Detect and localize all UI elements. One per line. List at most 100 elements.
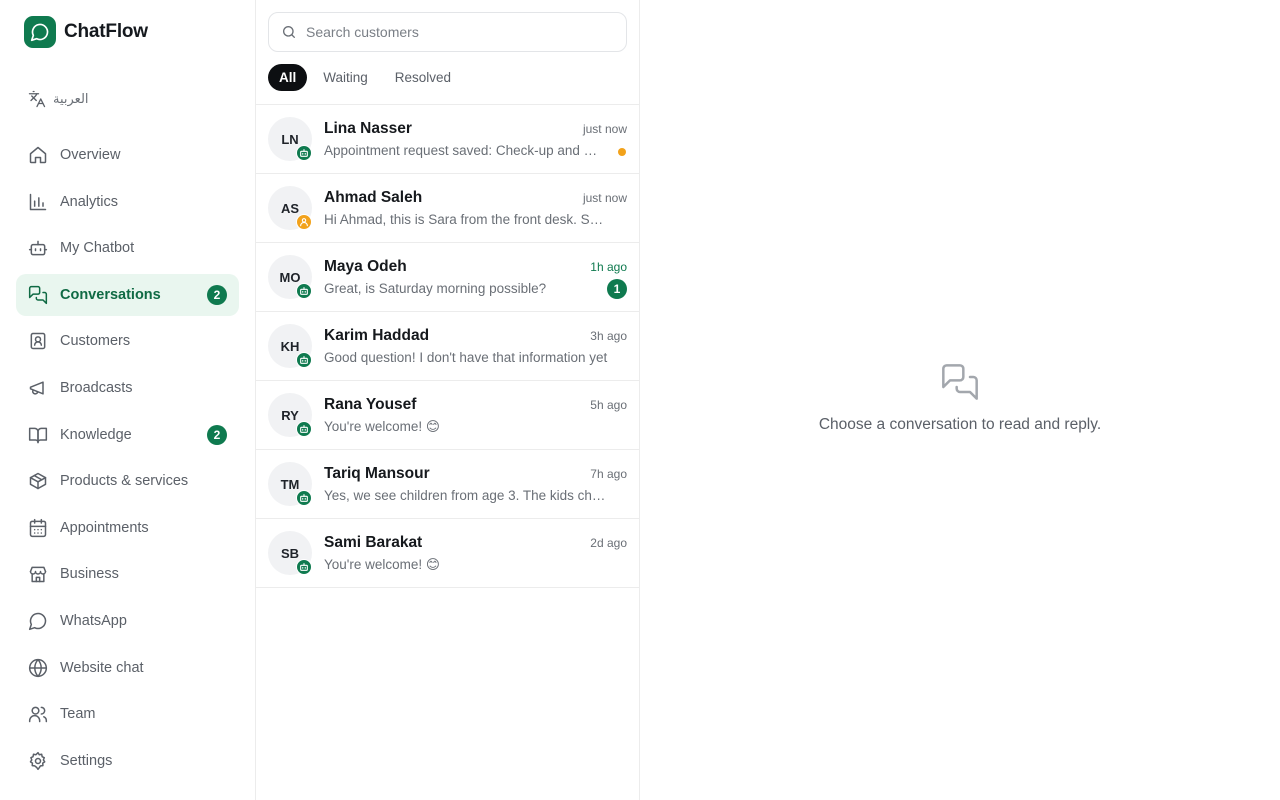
message-preview: Good question! I don't have that informa… — [324, 350, 608, 365]
nav-label: Business — [60, 566, 119, 583]
nav-item-team[interactable]: Team — [16, 693, 239, 735]
nav-item-analytics[interactable]: Analytics — [16, 181, 239, 223]
main-nav: Overview Analytics My Chatbot Conversati… — [16, 134, 239, 786]
customer-name: Rana Yousef — [324, 396, 417, 413]
customer-name: Tariq Mansour — [324, 465, 430, 482]
conversation-row[interactable]: KH Karim Haddad 3h ago Good question! I … — [256, 312, 639, 381]
message-preview: Hi Ahmad, this is Sara from the front de… — [324, 212, 608, 227]
search-box[interactable] — [268, 12, 627, 52]
conversations-count-badge: 2 — [207, 284, 227, 305]
nav-label: Appointments — [60, 519, 149, 536]
nav-label: Settings — [60, 752, 113, 769]
nav-label: Customers — [60, 333, 131, 350]
nav-label: Conversations — [60, 286, 161, 303]
nav-item-broadcasts[interactable]: Broadcasts — [16, 367, 239, 409]
agent-handler-icon — [296, 214, 312, 230]
bot-handler-icon — [296, 352, 312, 368]
package-icon — [29, 472, 47, 490]
home-icon — [29, 146, 47, 164]
bot-handler-icon — [296, 559, 312, 575]
bar-chart-icon — [29, 193, 47, 210]
messages-icon — [28, 285, 48, 304]
nav-label: Overview — [60, 147, 121, 163]
message-time: just now — [582, 122, 627, 136]
conversation-row[interactable]: MO Maya Odeh 1h ago Great, is Saturday m… — [256, 243, 639, 312]
nav-item-settings[interactable]: Settings — [16, 740, 239, 782]
contact-icon — [30, 333, 46, 350]
conversation-row[interactable]: LN Lina Nasser just now Appointment requ… — [256, 105, 639, 174]
nav-item-conversations[interactable]: Conversations 2 — [16, 273, 239, 316]
filter-resolved[interactable]: Resolved — [384, 64, 462, 91]
nav-item-overview[interactable]: Overview — [16, 134, 239, 176]
message-preview: You're welcome! 😊 — [324, 419, 440, 434]
message-preview: Appointment request saved: Check-up and … — [324, 143, 600, 158]
message-preview: Yes, we see children from age 3. The kid… — [324, 488, 608, 503]
translate-icon — [28, 90, 46, 108]
nav-item-business[interactable]: Business — [16, 553, 239, 595]
nav-label: Knowledge — [60, 426, 132, 443]
conversation-row[interactable]: AS Ahmad Saleh just now Hi Ahmad, this i… — [256, 174, 639, 243]
users-icon — [28, 706, 48, 723]
filter-all[interactable]: All — [268, 64, 308, 91]
nav-label: WhatsApp — [60, 612, 127, 629]
bot-handler-icon — [296, 490, 312, 506]
message-time: 1h ago — [590, 260, 627, 274]
empty-state-text: Choose a conversation to read and reply. — [818, 416, 1102, 433]
customer-name: Ahmad Saleh — [324, 189, 423, 206]
knowledge-count-badge: 2 — [207, 424, 227, 445]
message-time: 7h ago — [590, 467, 627, 481]
megaphone-icon — [29, 381, 44, 395]
language-label: العربية — [53, 91, 89, 106]
unread-count-badge: 1 — [607, 279, 627, 299]
conversation-row[interactable]: SB Sami Barakat 2d ago You're welcome! 😊 — [256, 519, 639, 588]
customer-name: Lina Nasser — [324, 120, 412, 137]
store-icon — [29, 566, 47, 583]
language-switch[interactable]: العربية — [28, 90, 89, 108]
message-time: 2d ago — [590, 536, 627, 550]
nav-label: Broadcasts — [60, 379, 133, 396]
conversation-filters: All Waiting Resolved — [268, 64, 467, 91]
message-time: 5h ago — [590, 398, 627, 412]
nav-item-my-chatbot[interactable]: My Chatbot — [16, 227, 239, 269]
message-preview: You're welcome! 😊 — [324, 557, 440, 572]
conversation-row[interactable]: RY Rana Yousef 5h ago You're welcome! 😊 — [256, 381, 639, 450]
whatsapp-icon — [28, 612, 47, 631]
conversation-list-panel: All Waiting Resolved LN Lina Nasser just… — [256, 0, 640, 800]
conversation-list: LN Lina Nasser just now Appointment requ… — [256, 104, 639, 588]
messages-icon — [942, 364, 978, 400]
nav-label: Website chat — [60, 659, 144, 676]
nav-item-products-services[interactable]: Products & services — [16, 460, 239, 502]
chat-bubble-icon — [24, 16, 56, 48]
customer-name: Karim Haddad — [324, 327, 430, 344]
filter-waiting[interactable]: Waiting — [312, 64, 379, 91]
conversation-row[interactable]: TM Tariq Mansour 7h ago Yes, we see chil… — [256, 450, 639, 519]
nav-item-customers[interactable]: Customers — [16, 320, 239, 362]
nav-item-website-chat[interactable]: Website chat — [16, 647, 239, 689]
bot-handler-icon — [296, 145, 312, 161]
bot-handler-icon — [296, 283, 312, 299]
message-time: 3h ago — [590, 329, 627, 343]
customer-name: Maya Odeh — [324, 258, 407, 275]
nav-label: Analytics — [60, 193, 119, 210]
search-icon — [283, 26, 295, 38]
bot-icon — [28, 240, 48, 256]
nav-label: Team — [60, 706, 96, 723]
globe-icon — [28, 658, 48, 677]
book-icon — [28, 427, 48, 443]
nav-item-appointments[interactable]: Appointments — [16, 507, 239, 549]
bot-handler-icon — [296, 421, 312, 437]
nav-label: My Chatbot — [60, 240, 135, 257]
gear-icon — [29, 751, 46, 770]
unread-dot — [618, 148, 626, 156]
calendar-icon — [29, 518, 47, 537]
message-time: just now — [582, 191, 627, 205]
brand[interactable]: ChatFlow — [24, 16, 148, 48]
nav-item-whatsapp[interactable]: WhatsApp — [16, 600, 239, 642]
nav-label: Products & services — [60, 473, 189, 490]
brand-name: ChatFlow — [64, 21, 148, 42]
nav-item-knowledge[interactable]: Knowledge 2 — [16, 414, 239, 456]
search-input[interactable] — [306, 24, 606, 40]
message-preview: Great, is Saturday morning possible? — [324, 281, 547, 296]
customer-name: Sami Barakat — [324, 534, 423, 551]
sidebar: ChatFlow العربية Overview Analytics My C… — [0, 0, 256, 800]
